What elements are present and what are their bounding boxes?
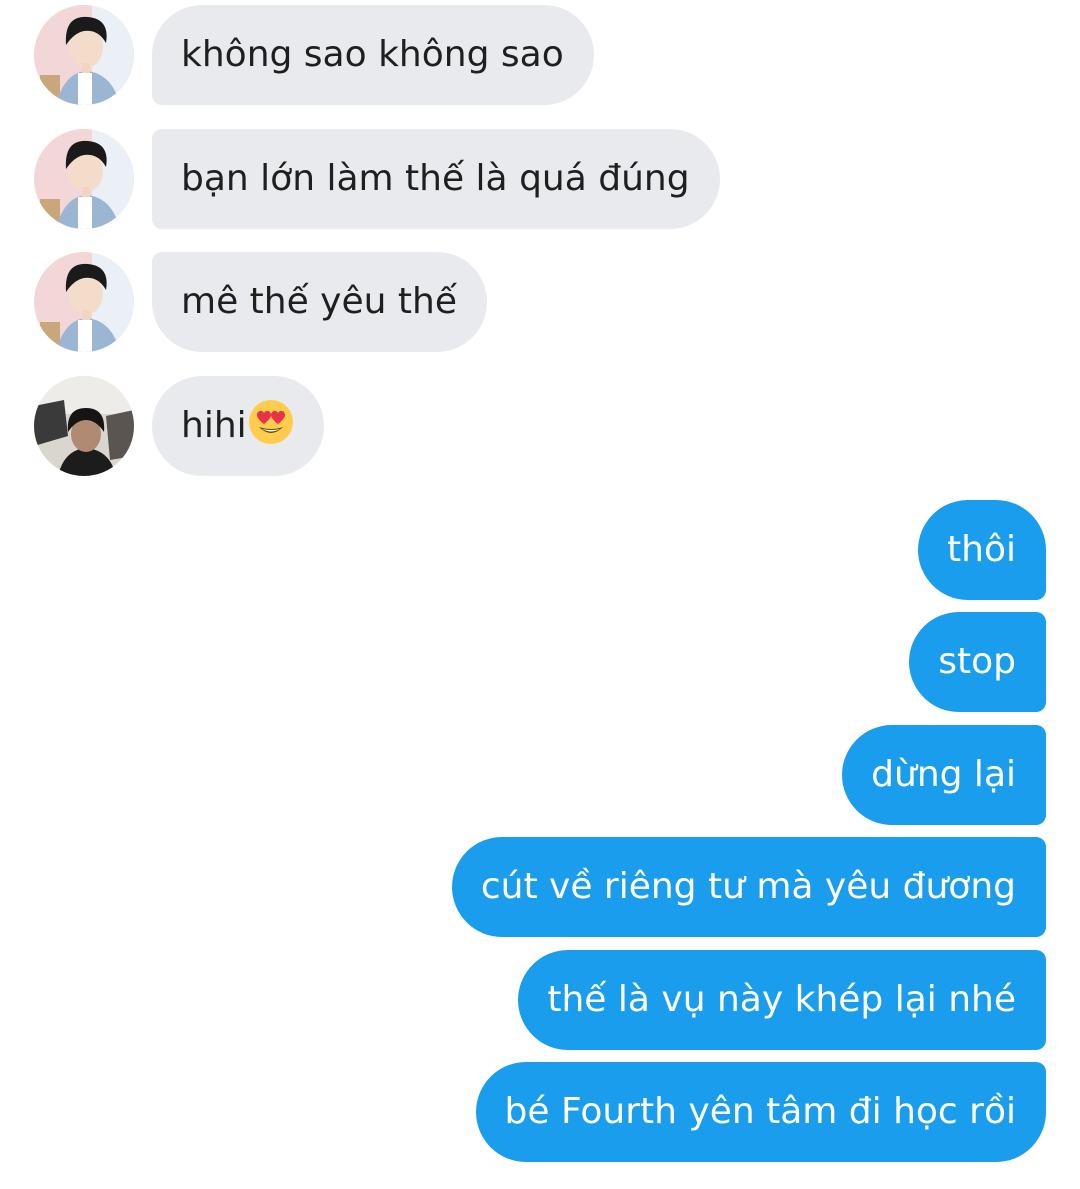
avatar[interactable] (34, 129, 134, 229)
avatar-boy-pink-background (34, 129, 134, 229)
avatar[interactable] (34, 5, 134, 105)
incoming-message-bubble[interactable]: không sao không sao (152, 5, 594, 105)
heart-eyes-emoji-icon (248, 400, 293, 444)
avatar-dark-selfie (34, 376, 134, 476)
outgoing-message-row: thế là vụ này khép lại nhé (0, 950, 1080, 1050)
outgoing-message-bubble[interactable]: cút về riêng tư mà yêu đương (451, 837, 1046, 937)
chat-thread: không sao không sao bạn lớn làm thế là q… (0, 0, 1080, 1189)
avatar-boy-pink-background (34, 252, 134, 352)
incoming-message-bubble[interactable]: hihi (152, 376, 324, 476)
incoming-message-row: hihi (0, 376, 1080, 476)
outgoing-message-bubble[interactable]: thế là vụ này khép lại nhé (518, 950, 1046, 1050)
avatar[interactable] (34, 252, 134, 352)
incoming-message-bubble[interactable]: bạn lớn làm thế là quá đúng (152, 129, 720, 229)
avatar-boy-pink-background (34, 5, 134, 105)
outgoing-message-bubble[interactable]: stop (909, 612, 1046, 712)
message-text: hihi (181, 405, 247, 446)
incoming-message-bubble[interactable]: mê thế yêu thế (152, 252, 487, 352)
outgoing-message-bubble[interactable]: bé Fourth yên tâm đi học rồi (475, 1062, 1046, 1162)
outgoing-message-row: dừng lại (0, 725, 1080, 825)
incoming-message-row: bạn lớn làm thế là quá đúng (0, 129, 1080, 229)
outgoing-message-row: cút về riêng tư mà yêu đương (0, 837, 1080, 937)
outgoing-message-row: stop (0, 612, 1080, 712)
incoming-message-row: mê thế yêu thế (0, 252, 1080, 352)
outgoing-message-bubble[interactable]: dừng lại (842, 725, 1046, 825)
incoming-message-row: không sao không sao (0, 5, 1080, 105)
outgoing-message-bubble[interactable]: thôi (918, 500, 1046, 600)
outgoing-message-row: bé Fourth yên tâm đi học rồi (0, 1062, 1080, 1162)
avatar[interactable] (34, 376, 134, 476)
outgoing-message-row: thôi (0, 500, 1080, 600)
